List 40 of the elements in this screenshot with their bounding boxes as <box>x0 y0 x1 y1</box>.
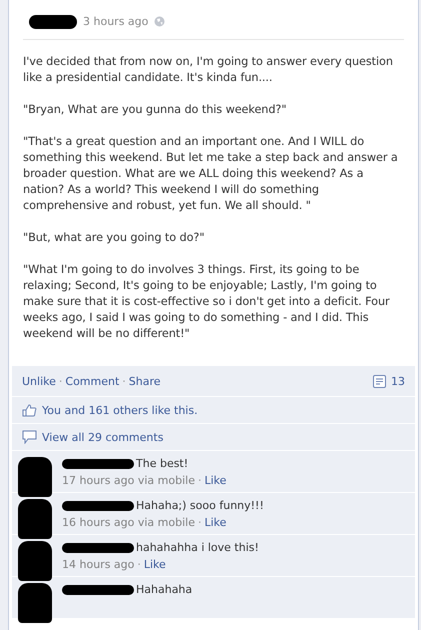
redaction-mark <box>18 457 52 497</box>
redaction-mark <box>62 500 134 510</box>
redaction-mark <box>18 583 52 623</box>
post-paragraph: "But, what are you going to do?" <box>23 230 206 246</box>
comment-time: 14 hours ago <box>62 558 134 571</box>
like-link[interactable]: Like <box>204 474 226 487</box>
comment-text: Hahahaha <box>136 583 192 596</box>
share-icon <box>373 374 386 388</box>
like-link[interactable]: Like <box>144 558 166 571</box>
redaction-mark <box>62 584 134 594</box>
action-link[interactable]: Comment <box>65 374 120 388</box>
separator-dot: · <box>122 374 126 388</box>
globe-icon <box>154 16 166 27</box>
comment-time: 16 hours ago via mobile <box>62 516 195 529</box>
redaction-mark <box>62 458 134 468</box>
action-link[interactable]: Share <box>128 374 161 388</box>
comment-bubble-icon <box>22 430 37 444</box>
post-paragraph: I've decided that from now on, I'm going to answer every question like a presidential candidate. It's kinda fun.... <box>23 54 394 86</box>
comment-text: The best! <box>136 457 188 470</box>
like-link[interactable]: Like <box>204 516 226 529</box>
post-paragraph: "What I'm going to do involves 3 things. First, its going to be relaxing; Second, It's going to be enjoyable; Lastly, I'm going to make sure that it is cost-effective so i don't get into a deficit. Four weeks ago, I said I was going to do something - and I did. This weekend will be no different!" <box>23 262 391 342</box>
comment-text: hahahahha i love this! <box>136 541 259 554</box>
comment-time: 17 hours ago via mobile <box>62 474 195 487</box>
post-paragraph: "Bryan, What are you gunna do this weekend?" <box>23 102 288 118</box>
post-time[interactable]: 3 hours ago <box>83 15 148 28</box>
redaction-mark <box>18 541 52 581</box>
separator-dot: · <box>198 474 202 487</box>
post-paragraph: "That's a great question and an important one. And I WILL do something this weekend. But let me take a step back and answer a broader question. What are we ALL doing this weekend? As a nation? As a world? This weekend I will do something comprehensive and robust, yet fun. We all should. " <box>23 134 399 214</box>
redaction-mark <box>62 542 134 552</box>
comment-text: Hahaha;) sooo funny!!! <box>136 499 264 512</box>
thumbs-up-icon <box>22 404 37 416</box>
view-comments-link[interactable]: View all 29 comments <box>42 430 164 444</box>
redaction-mark <box>29 14 77 28</box>
separator-dot: · <box>137 558 141 571</box>
separator-dot: · <box>198 516 202 529</box>
redaction-mark <box>18 499 52 539</box>
action-link[interactable]: Unlike <box>22 374 56 388</box>
likes-text[interactable]: You and 161 others like this. <box>42 404 198 416</box>
separator-dot: · <box>58 374 62 388</box>
share-count[interactable]: 13 <box>391 374 405 388</box>
